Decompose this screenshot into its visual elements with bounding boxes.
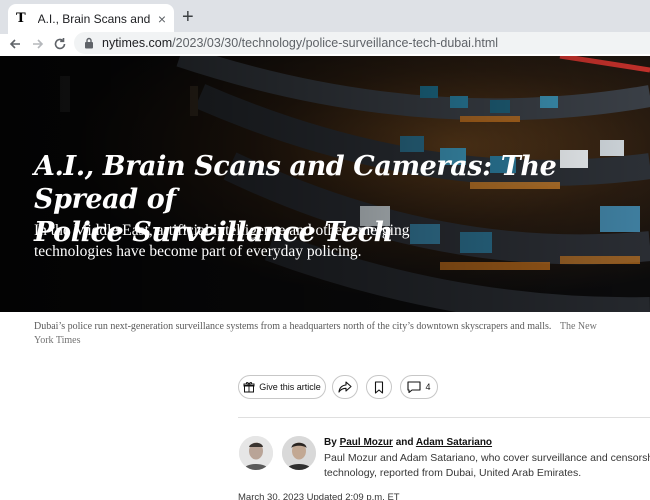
byline-prefix: By [324,437,337,448]
comments-button[interactable]: 4 [400,375,438,399]
divider [238,417,650,418]
new-tab-button[interactable]: + [182,7,194,27]
url-text: nytimes.com/2023/03/30/technology/police… [102,36,498,50]
url-field[interactable]: nytimes.com/2023/03/30/technology/police… [74,32,650,54]
give-article-button[interactable]: Give this article [238,375,326,399]
summary-line-1: In the Middle East, artificial intellige… [34,222,410,239]
reload-icon[interactable] [53,37,67,51]
tab-title: A.I., Brain Scans and Cameras [37,12,152,26]
caption-text: Dubai’s police run next-generation surve… [34,321,552,332]
author-avatar-paul-mozur[interactable] [239,436,273,470]
lock-icon [85,37,93,49]
nyt-favicon-icon: T [16,11,26,26]
browser-tab[interactable]: T A.I., Brain Scans and Cameras × [8,4,174,34]
photo-credit-cont: York Times [34,335,81,346]
summary-line-2: technologies have become part of everyda… [34,243,362,260]
bookmark-button[interactable] [366,375,392,399]
author-link-paul-mozur[interactable]: Paul Mozur [340,437,393,448]
author-bio: Paul Mozur and Adam Satariano, who cover… [324,451,650,481]
author-link-adam-satariano[interactable]: Adam Satariano [416,437,492,448]
comment-icon [407,381,422,393]
byline: By Paul Mozur and Adam Satariano [324,437,492,448]
share-button[interactable] [332,375,358,399]
bookmark-icon [374,380,384,394]
headline-line-1: A.I., Brain Scans and Cameras: The Sprea… [34,151,557,215]
avatar-photo [239,436,273,470]
publish-date: March 30, 2023 Updated 2:09 p.m. ET [238,492,400,500]
byline-and: and [395,437,414,448]
photo-caption: Dubai’s police run next-generation surve… [34,320,650,348]
article-summary: In the Middle East, artificial intellige… [34,220,414,262]
address-bar: nytimes.com/2023/03/30/technology/police… [0,32,650,54]
url-path: /2023/03/30/technology/police-surveillan… [172,36,499,50]
share-icon [338,381,352,393]
gift-icon [243,381,255,393]
browser-tab-bar: T A.I., Brain Scans and Cameras × + [0,0,650,34]
avatar-photo [282,436,316,470]
photo-credit: The New [559,321,597,332]
arrow-right-icon[interactable] [31,37,45,51]
url-host: nytimes.com [102,36,173,50]
bio-line-1: Paul Mozur and Adam Satariano, who cover… [324,452,650,464]
bio-line-2: technology, reported from Dubai, United … [324,467,582,479]
arrow-left-icon[interactable] [8,37,22,51]
author-avatar-adam-satariano[interactable] [282,436,316,470]
hero-image: A.I., Brain Scans and Cameras: The Sprea… [0,56,650,312]
give-article-label: Give this article [259,382,321,392]
close-icon[interactable]: × [158,11,166,27]
comment-count: 4 [425,382,431,392]
